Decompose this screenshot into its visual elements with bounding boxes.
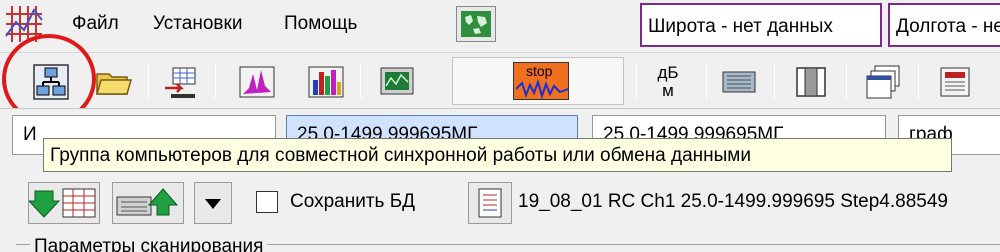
- monitor-icon: [380, 67, 414, 95]
- toolbar: stop дБ м: [0, 52, 1000, 108]
- document-icon: [478, 188, 502, 218]
- toolbar-separator: [148, 63, 149, 99]
- save-db-label: Сохранить БД: [290, 191, 416, 212]
- columns-icon: [796, 67, 826, 97]
- longitude-field: Долгота - нет данных: [888, 3, 1000, 47]
- screen-view-button[interactable]: [376, 61, 416, 101]
- toolbar-separator: [215, 63, 216, 99]
- toolbar-separator: [918, 63, 919, 99]
- save-db-checkbox[interactable]: [256, 191, 278, 213]
- bar-chart-icon: [308, 66, 344, 98]
- params-group-legend: Параметры сканирования: [30, 236, 268, 252]
- waveform-icon: [516, 79, 568, 99]
- report-icon: [940, 67, 970, 97]
- menu-file[interactable]: Файл: [72, 13, 119, 35]
- download-table-icon: [27, 188, 96, 218]
- download-table-button[interactable]: [27, 182, 100, 224]
- device-button[interactable]: [718, 61, 758, 101]
- histogram-button[interactable]: [305, 61, 345, 101]
- tab-first-label: И: [23, 124, 37, 145]
- controls-row: Сохранить БД 19_08_01 RC Ch1 25.0-1499.9…: [0, 160, 1000, 252]
- m-label: м: [662, 81, 674, 100]
- tooltip: Группа компьютеров для совместной синхро…: [43, 138, 952, 172]
- spectrum-chart-icon: [239, 66, 275, 98]
- stop-panel: stop: [452, 57, 624, 105]
- longitude-text: Долгота - нет данных: [896, 16, 1000, 37]
- stacked-windows-icon: [866, 65, 900, 99]
- folder-icon: [96, 73, 132, 95]
- open-folder-button[interactable]: [92, 61, 132, 101]
- import-data-button[interactable]: [160, 61, 200, 101]
- keyboard-upload-icon: [116, 188, 179, 216]
- network-upload-button[interactable]: [112, 182, 184, 224]
- dropdown-button[interactable]: [194, 182, 232, 224]
- report-button[interactable]: [934, 61, 974, 101]
- stop-label: stop: [526, 63, 553, 79]
- world-map-button[interactable]: [456, 6, 496, 42]
- import-table-icon: [165, 67, 196, 98]
- toolbar-separator: [636, 63, 637, 99]
- units-dbm-button[interactable]: дБ м: [648, 61, 688, 101]
- toolbar-separator: [846, 63, 847, 99]
- menu-help[interactable]: Помощь: [284, 13, 357, 35]
- windows-button[interactable]: [862, 61, 902, 101]
- toolbar-separator: [706, 63, 707, 99]
- toolbar-separator: [360, 63, 361, 99]
- latitude-field: Широта - нет данных: [640, 3, 882, 47]
- menu-bar: Файл Установки Помощь Широта - нет данны…: [0, 0, 1000, 52]
- latitude-text: Широта - нет данных: [648, 16, 833, 37]
- world-map-icon: [461, 11, 491, 37]
- db-label: дБ: [657, 63, 679, 82]
- device-panel-icon: [722, 71, 756, 93]
- scan-info-text: 19_08_01 RC Ch1 25.0-1499.999695 Step4.8…: [518, 191, 948, 212]
- spectrum-button[interactable]: [236, 61, 276, 101]
- stop-scan-button[interactable]: stop: [513, 62, 569, 100]
- columns-button[interactable]: [790, 61, 830, 101]
- document-button[interactable]: [468, 182, 512, 224]
- menu-settings[interactable]: Установки: [153, 13, 242, 35]
- toolbar-separator: [774, 63, 775, 99]
- chevron-down-icon: [205, 199, 221, 209]
- tooltip-text: Группа компьютеров для совместной синхро…: [50, 145, 751, 166]
